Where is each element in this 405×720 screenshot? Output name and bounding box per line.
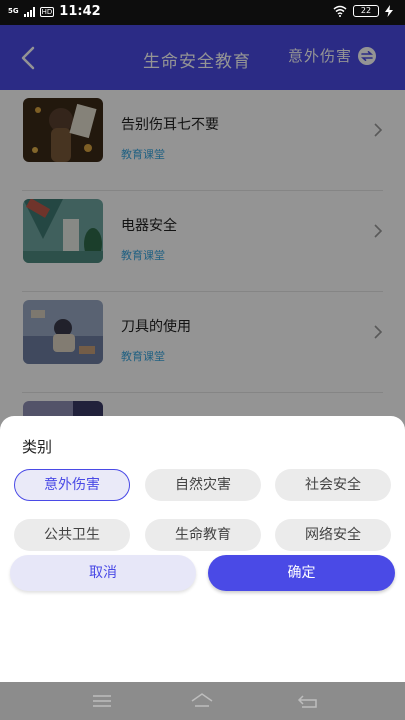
back-nav-icon[interactable]	[296, 691, 320, 711]
category-chip[interactable]: 生命教育	[145, 519, 261, 551]
category-sheet: 类别 意外伤害 自然灾害 社会安全 公共卫生 生命教育 网络安全 取消 确定	[0, 416, 405, 682]
category-chip[interactable]: 网络安全	[275, 519, 391, 551]
category-chip-selected[interactable]: 意外伤害	[14, 469, 130, 501]
status-bar: 5G HD 11:42 22	[0, 0, 405, 25]
status-left: 5G HD 11:42	[8, 4, 101, 19]
status-right: 22	[333, 5, 393, 17]
wifi-icon	[333, 5, 347, 17]
charging-icon	[385, 5, 393, 17]
network-type-label: 5G	[8, 7, 19, 15]
battery-icon: 22	[353, 5, 379, 17]
cancel-button[interactable]: 取消	[10, 555, 196, 591]
status-time: 11:42	[59, 4, 101, 19]
sheet-title: 类别	[22, 438, 53, 456]
system-nav-bar	[0, 682, 405, 720]
menu-icon[interactable]	[90, 691, 114, 711]
category-chip[interactable]: 自然灾害	[145, 469, 261, 501]
hd-badge: HD	[39, 6, 55, 17]
category-chip[interactable]: 社会安全	[275, 469, 391, 501]
confirm-button[interactable]: 确定	[208, 555, 395, 591]
signal-icon	[23, 6, 35, 17]
category-chip[interactable]: 公共卫生	[14, 519, 130, 551]
home-icon[interactable]	[190, 691, 214, 711]
